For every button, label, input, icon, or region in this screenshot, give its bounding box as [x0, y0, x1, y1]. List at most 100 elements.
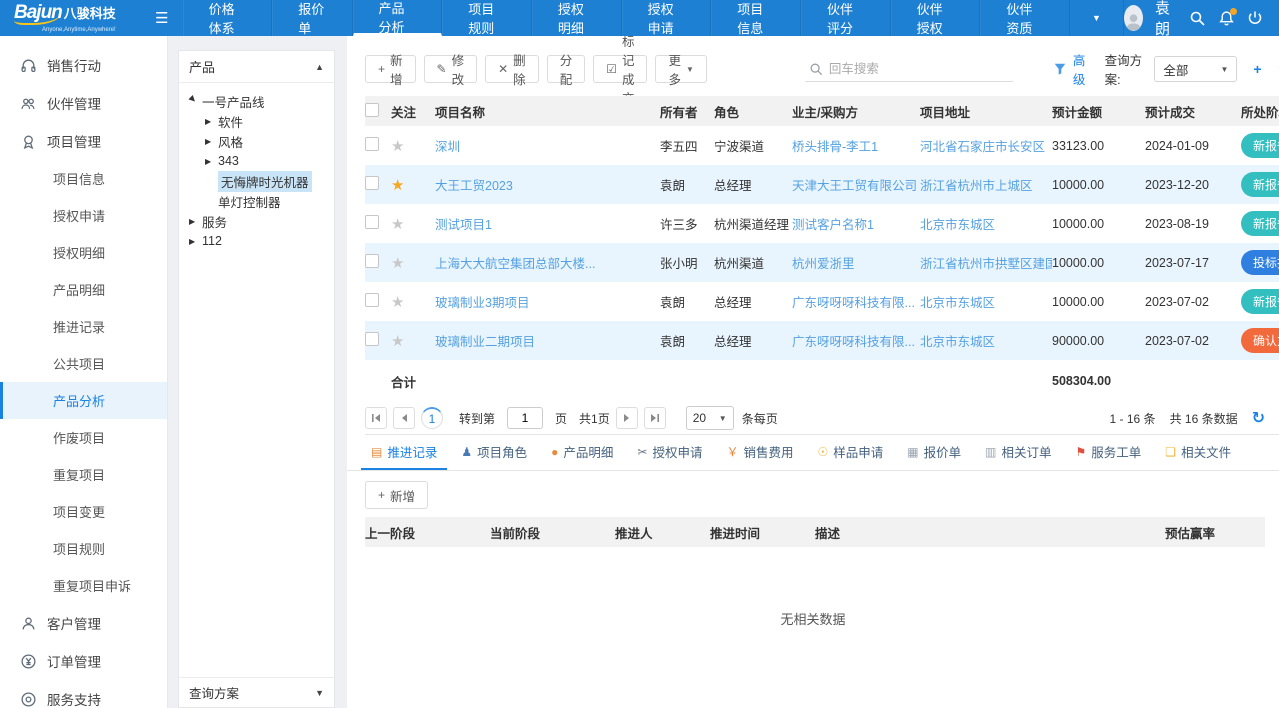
prev-page-icon[interactable] — [393, 407, 415, 429]
tab-progress-record[interactable]: ▤推进记录 — [361, 435, 447, 470]
search-input[interactable] — [829, 62, 1009, 76]
client-link[interactable]: 测试客户名称1 — [792, 218, 874, 232]
client-link[interactable]: 广东呀呀呀科技有限... — [792, 335, 915, 349]
project-name-link[interactable]: 深圳 — [435, 140, 460, 154]
delete-button[interactable]: ✕删除 — [485, 55, 539, 83]
tab-sales-expense[interactable]: ￥销售费用 — [716, 435, 803, 470]
user-avatar[interactable] — [1124, 5, 1143, 31]
tree-node-style[interactable]: ▶风格 — [183, 131, 330, 151]
row-checkbox[interactable] — [365, 254, 379, 268]
tab-quotation[interactable]: ▦报价单 — [897, 435, 971, 470]
tab-project-role[interactable]: ♟项目角色 — [451, 435, 537, 470]
sidebar-item-customer-mgmt[interactable]: 客户管理 — [0, 604, 167, 642]
mark-deal-button[interactable]: ☑标记成交 — [593, 55, 647, 83]
star-icon[interactable]: ★ — [391, 216, 404, 233]
add-button[interactable]: +新增 — [365, 55, 416, 83]
topnav-item-project-rules[interactable]: 项目规则 — [442, 0, 532, 36]
tree-node-software[interactable]: ▶软件 — [183, 111, 330, 131]
project-name-link[interactable]: 大王工贸2023 — [435, 179, 513, 193]
address-link[interactable]: 北京市东城区 — [920, 296, 995, 310]
first-page-icon[interactable] — [365, 407, 387, 429]
last-page-icon[interactable] — [644, 407, 666, 429]
tree-node-service[interactable]: ▶服务 — [183, 211, 330, 231]
row-checkbox[interactable] — [365, 137, 379, 151]
topnav-item-partner-qualification[interactable]: 伙伴资质 — [980, 0, 1070, 36]
client-link[interactable]: 广东呀呀呀科技有限... — [792, 296, 915, 310]
sidebar-item-project-change[interactable]: 项目变更 — [0, 493, 167, 530]
expander-collapsed-icon[interactable]: ▶ — [205, 117, 218, 126]
address-link[interactable]: 北京市东城区 — [920, 335, 995, 349]
advanced-search-link[interactable]: 高级 — [1073, 50, 1091, 88]
expander-collapsed-icon[interactable]: ▶ — [189, 217, 202, 226]
expander-expanded-icon[interactable]: ▶ — [188, 93, 204, 109]
select-all-checkbox[interactable] — [365, 103, 379, 117]
star-icon[interactable]: ★ — [391, 333, 404, 350]
topnav-more-caret-icon[interactable]: ▼ — [1070, 0, 1124, 36]
detail-add-button[interactable]: + 新增 — [365, 481, 428, 509]
sidebar-item-public-project[interactable]: 公共项目 — [0, 345, 167, 382]
hamburger-menu-icon[interactable]: ☰ — [141, 0, 182, 36]
expander-collapsed-icon[interactable]: ▶ — [205, 137, 218, 146]
address-link[interactable]: 浙江省杭州市拱墅区建国北... — [920, 257, 1052, 271]
tab-sample-apply[interactable]: ☉样品申请 — [808, 435, 894, 470]
row-checkbox[interactable] — [365, 215, 379, 229]
project-name-link[interactable]: 上海大大航空集团总部大楼... — [435, 257, 595, 271]
topnav-item-partner-score[interactable]: 伙伴评分 — [801, 0, 891, 36]
collapse-panel-icon[interactable]: ▲ — [315, 62, 324, 72]
tab-related-orders[interactable]: ▥相关订单 — [975, 435, 1061, 470]
sidebar-item-product-analysis[interactable]: 产品分析 — [0, 382, 167, 419]
sidebar-item-project-rules[interactable]: 项目规则 — [0, 530, 167, 567]
topnav-item-project-info[interactable]: 项目信息 — [711, 0, 801, 36]
row-checkbox[interactable] — [365, 332, 379, 346]
more-button[interactable]: 更多▼ — [655, 55, 706, 83]
assign-button[interactable]: 分配 — [547, 55, 586, 83]
client-link[interactable]: 杭州爱浙里 — [792, 257, 855, 271]
row-checkbox[interactable] — [365, 293, 379, 307]
current-page-button[interactable]: 1 — [421, 407, 443, 429]
refresh-icon[interactable]: ↻ — [1252, 408, 1265, 428]
topnav-item-partner-auth[interactable]: 伙伴授权 — [891, 0, 981, 36]
goto-page-input[interactable] — [507, 407, 543, 429]
sidebar-item-progress-record[interactable]: 推进记录 — [0, 308, 167, 345]
star-icon[interactable]: ★ — [391, 177, 404, 194]
topnav-item-price-system[interactable]: 价格体系 — [183, 0, 273, 36]
query-scheme-select[interactable]: 全部 ▼ — [1154, 56, 1237, 82]
sidebar-item-partner-mgmt[interactable]: 伙伴管理 — [0, 84, 167, 122]
topnav-item-auth-detail[interactable]: 授权明细 — [532, 0, 622, 36]
client-link[interactable]: 天津大王工贸有限公司 — [792, 179, 917, 193]
topnav-item-quotation[interactable]: 报价单 — [272, 0, 352, 36]
row-checkbox[interactable] — [365, 176, 379, 190]
notification-bell-icon[interactable] — [1218, 10, 1235, 27]
sidebar-item-auth-detail[interactable]: 授权明细 — [0, 234, 167, 271]
sidebar-item-service-support[interactable]: 服务支持 — [0, 680, 167, 708]
next-page-icon[interactable] — [616, 407, 638, 429]
expander-collapsed-icon[interactable]: ▶ — [189, 237, 202, 246]
sidebar-item-duplicate-appeal[interactable]: 重复项目申诉 — [0, 567, 167, 604]
sidebar-item-order-mgmt[interactable]: 订单管理 — [0, 642, 167, 680]
sidebar-item-voided-project[interactable]: 作废项目 — [0, 419, 167, 456]
filter-funnel-icon[interactable] — [1053, 62, 1067, 76]
project-name-link[interactable]: 玻璃制业二期项目 — [435, 335, 535, 349]
power-logout-icon[interactable] — [1247, 10, 1263, 26]
tab-auth-apply[interactable]: ✂授权申请 — [627, 435, 712, 470]
edit-button[interactable]: ✎修改 — [424, 55, 478, 83]
address-link[interactable]: 北京市东城区 — [920, 218, 995, 232]
add-scheme-icon[interactable]: + — [1253, 61, 1261, 77]
sidebar-item-project-mgmt[interactable]: 项目管理 — [0, 122, 167, 160]
sidebar-item-auth-apply[interactable]: 授权申请 — [0, 197, 167, 234]
search-icon[interactable] — [1189, 10, 1206, 27]
tree-node-343[interactable]: ▶343 — [183, 151, 330, 171]
page-size-select[interactable]: 20▼ — [686, 406, 734, 430]
query-scheme-footer[interactable]: 查询方案 ▼ — [179, 677, 334, 707]
tree-node-single-lamp-controller[interactable]: 单灯控制器 — [183, 191, 330, 211]
sidebar-item-duplicate-project[interactable]: 重复项目 — [0, 456, 167, 493]
sidebar-item-product-detail[interactable]: 产品明细 — [0, 271, 167, 308]
client-link[interactable]: 桥头排骨-李工1 — [792, 140, 878, 154]
address-link[interactable]: 浙江省杭州市上城区 — [920, 179, 1033, 193]
tree-node-112[interactable]: ▶112 — [183, 231, 330, 251]
tab-related-files[interactable]: ❏相关文件 — [1155, 435, 1241, 470]
star-icon[interactable]: ★ — [391, 294, 404, 311]
tree-node-product-line-1[interactable]: ▶一号产品线 — [183, 91, 330, 111]
star-icon[interactable]: ★ — [391, 138, 404, 155]
topnav-item-product-analysis[interactable]: 产品分析 — [353, 0, 443, 36]
